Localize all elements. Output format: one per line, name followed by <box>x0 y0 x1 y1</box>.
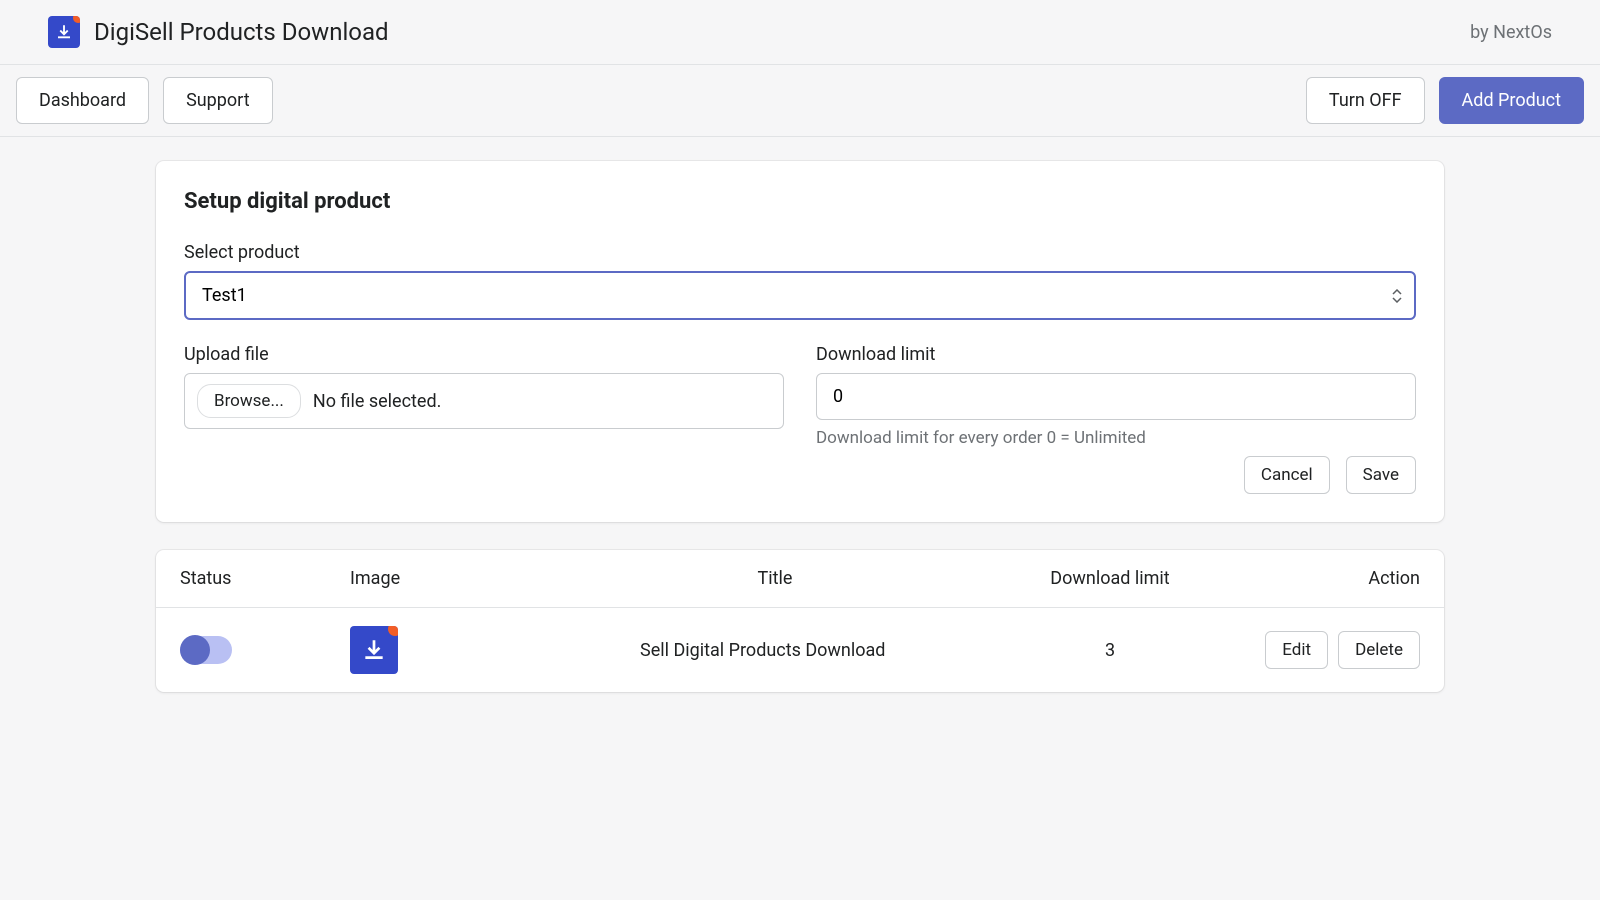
form-actions: Cancel Save <box>184 456 1416 494</box>
edit-button[interactable]: Edit <box>1265 631 1328 669</box>
file-status: No file selected. <box>313 391 441 412</box>
toggle-knob <box>180 635 210 665</box>
cancel-button[interactable]: Cancel <box>1244 456 1330 494</box>
header-title: Title <box>550 568 1000 589</box>
save-button[interactable]: Save <box>1346 456 1416 494</box>
select-product-group: Select product <box>184 242 1416 320</box>
turn-off-button[interactable]: Turn OFF <box>1306 77 1425 124</box>
header-action: Action <box>1220 568 1420 589</box>
setup-card: Setup digital product Select product Upl… <box>156 161 1444 522</box>
delete-button[interactable]: Delete <box>1338 631 1420 669</box>
app-logo-icon <box>48 16 80 48</box>
support-button[interactable]: Support <box>163 77 273 124</box>
header-status: Status <box>180 568 350 589</box>
download-limit-help: Download limit for every order 0 = Unlim… <box>816 428 1416 448</box>
app-header: DigiSell Products Download by NextOs <box>0 0 1600 65</box>
form-row: Upload file Browse... No file selected. … <box>184 344 1416 448</box>
select-product-input[interactable] <box>184 271 1416 320</box>
vendor-label: by NextOs <box>1470 22 1552 43</box>
download-limit-input[interactable] <box>816 373 1416 420</box>
header-limit: Download limit <box>1000 568 1220 589</box>
download-limit-group: Download limit Download limit for every … <box>816 344 1416 448</box>
upload-file-label: Upload file <box>184 344 784 365</box>
card-title: Setup digital product <box>184 189 1416 214</box>
table-header: Status Image Title Download limit Action <box>156 550 1444 607</box>
file-input-wrapper: Browse... No file selected. <box>184 373 784 429</box>
browse-button[interactable]: Browse... <box>197 384 301 418</box>
status-toggle[interactable] <box>180 636 232 664</box>
limit-cell: 3 <box>1000 640 1220 661</box>
action-cell: Edit Delete <box>1220 631 1420 669</box>
dashboard-button[interactable]: Dashboard <box>16 77 149 124</box>
app-title: DigiSell Products Download <box>94 18 389 46</box>
add-product-button[interactable]: Add Product <box>1439 77 1584 124</box>
title-cell: Sell Digital Products Download <box>550 640 1000 661</box>
content: Setup digital product Select product Upl… <box>140 161 1460 692</box>
image-cell <box>350 626 550 674</box>
product-image-icon <box>350 626 398 674</box>
app-header-left: DigiSell Products Download <box>48 16 389 48</box>
select-product-wrapper <box>184 271 1416 320</box>
toolbar-left: Dashboard Support <box>16 77 273 124</box>
toolbar: Dashboard Support Turn OFF Add Product <box>0 65 1600 137</box>
download-limit-label: Download limit <box>816 344 1416 365</box>
toolbar-right: Turn OFF Add Product <box>1306 77 1584 124</box>
select-product-label: Select product <box>184 242 1416 263</box>
status-cell <box>180 636 350 664</box>
upload-file-group: Upload file Browse... No file selected. <box>184 344 784 448</box>
table-row: Sell Digital Products Download 3 Edit De… <box>156 607 1444 692</box>
products-table: Status Image Title Download limit Action… <box>156 550 1444 692</box>
header-image: Image <box>350 568 550 589</box>
